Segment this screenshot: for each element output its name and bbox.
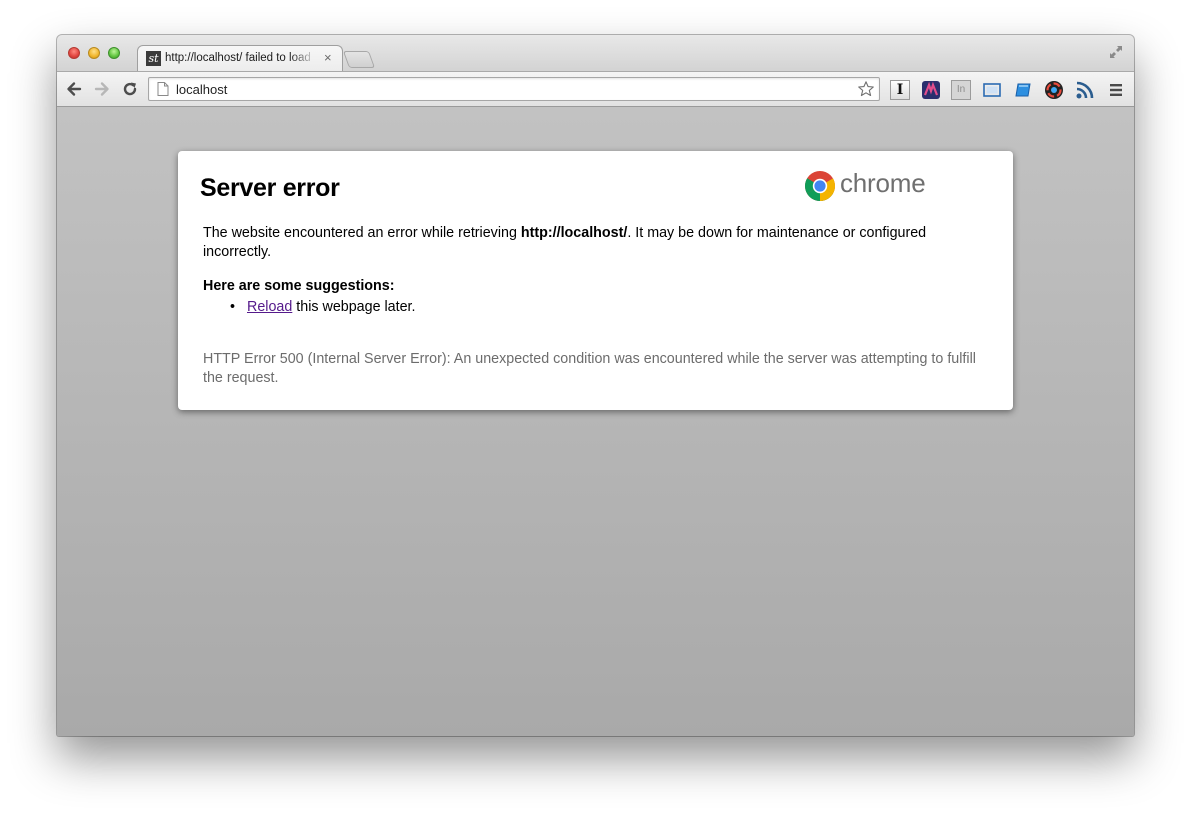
rss-icon[interactable] <box>1075 80 1095 100</box>
instapaper-icon[interactable]: I <box>890 80 910 100</box>
error-description: The website encountered an error while r… <box>203 224 963 262</box>
reload-icon[interactable] <box>121 80 139 98</box>
wappalyzer-icon[interactable] <box>921 80 941 100</box>
forward-arrow-icon[interactable] <box>93 80 111 98</box>
suggestions-list: • Reload this webpage later. <box>230 299 416 315</box>
toolbar: I In <box>57 71 1134 107</box>
close-window-button[interactable] <box>68 47 80 59</box>
suggestion-text: this webpage later. <box>292 299 416 315</box>
list-item: • Reload this webpage later. <box>230 299 416 315</box>
page-title: Server error <box>200 174 340 202</box>
suggestions-heading: Here are some suggestions: <box>203 278 395 294</box>
minimize-window-button[interactable] <box>88 47 100 59</box>
favicon-icon: st <box>146 51 161 66</box>
error-detail: HTTP Error 500 (Internal Server Error): … <box>203 351 976 386</box>
tab-strip: st http://localhost/ failed to load × <box>57 35 1134 72</box>
desc-text-before: The website encountered an error while r… <box>203 225 521 241</box>
fullscreen-icon[interactable] <box>1108 44 1124 60</box>
screenshot-icon[interactable] <box>982 80 1002 100</box>
chrome-wordmark: chrome <box>840 168 926 198</box>
error-url: http://localhost/ <box>520 225 628 241</box>
back-arrow-icon[interactable] <box>65 80 83 98</box>
page-content: Server error chrome The website encounte… <box>57 107 1134 736</box>
tab-active[interactable]: st http://localhost/ failed to load × <box>137 45 343 72</box>
chrome-logo-icon <box>805 171 836 201</box>
error-card: Server error chrome The website encounte… <box>178 151 1013 410</box>
bullet-icon: • <box>230 299 236 315</box>
address-input[interactable] <box>176 80 826 98</box>
browser-window: st http://localhost/ failed to load × lo… <box>57 35 1134 736</box>
tab-close-icon[interactable]: × <box>324 50 332 65</box>
hamburger-menu-icon[interactable] <box>1106 80 1126 100</box>
tab-title: http://localhost/ failed to load <box>165 52 311 64</box>
zoom-window-button[interactable] <box>108 47 120 59</box>
linkedin-icon[interactable]: In <box>951 80 971 100</box>
window-resizer-icon[interactable] <box>1013 80 1033 100</box>
page-icon <box>157 82 169 96</box>
new-tab-button[interactable] <box>342 51 376 68</box>
color-picker-icon[interactable] <box>1044 80 1064 100</box>
reload-link[interactable]: Reload <box>247 299 292 315</box>
address-bar[interactable] <box>148 77 880 101</box>
bookmark-star-icon[interactable] <box>857 80 875 98</box>
